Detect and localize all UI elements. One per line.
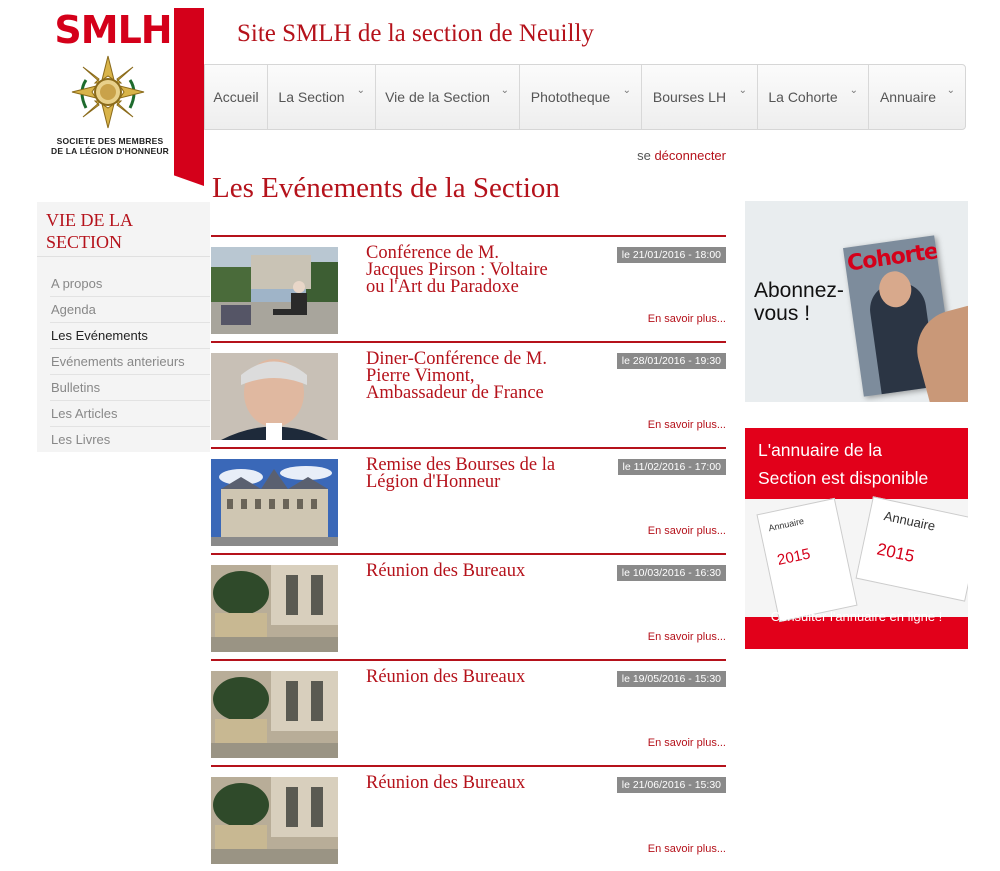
logo-text: SMLH: [54, 8, 172, 52]
book-icon: Annuaire 2015: [855, 496, 968, 602]
event-item: Diner-Conférence de M. Pierre Vimont, Am…: [211, 341, 726, 447]
cohorte-banner-text: Abonnez- vous !: [754, 279, 844, 325]
event-title[interactable]: Réunion des Bureaux: [366, 668, 556, 687]
chevron-down-icon: ⌄: [738, 85, 747, 96]
event-date-badge: le 28/01/2016 - 19:30: [616, 353, 726, 369]
annuaire-banner-title: L'annuaire de la Section est disponible: [758, 440, 929, 488]
event-thumbnail[interactable]: [211, 565, 338, 652]
event-title[interactable]: Conférence de M. Jacques Pirson : Voltai…: [366, 244, 556, 297]
site-title: Site SMLH de la section de Neuilly: [237, 20, 594, 47]
chevron-down-icon: ⌄: [500, 85, 509, 96]
event-item: Conférence de M. Jacques Pirson : Voltai…: [211, 235, 726, 341]
sidebar-item-bulletins[interactable]: Bulletins: [50, 375, 210, 401]
event-date-badge: le 11/02/2016 - 17:00: [617, 459, 726, 475]
event-thumbnail[interactable]: [211, 777, 338, 864]
site-logo[interactable]: SMLH SOCIETE DES MEMBRES DE LA LÉGION D'…: [46, 8, 206, 188]
sidebar-heading: VIE DE LA SECTION: [37, 202, 210, 257]
logo-caption: SOCIETE DES MEMBRES DE LA LÉGION D'HONNE…: [50, 136, 170, 156]
sidebar-menu: A propos Agenda Les Evénements Evénement…: [37, 271, 210, 452]
event-title[interactable]: Réunion des Bureaux: [366, 774, 556, 793]
portrait-photo-icon: [211, 353, 338, 440]
chevron-down-icon: ⌄: [946, 85, 955, 96]
park-photo-icon: [211, 247, 338, 334]
events-list: Conférence de M. Jacques Pirson : Voltai…: [211, 235, 726, 871]
nav-phototheque[interactable]: Phototheque ⌄: [520, 65, 642, 129]
page-title: Les Evénements de la Section: [212, 172, 560, 204]
event-read-more-link[interactable]: En savoir plus...: [648, 419, 726, 431]
event-date-badge: le 10/03/2016 - 16:30: [616, 565, 726, 581]
building-photo-icon: [211, 459, 338, 546]
cohorte-subscribe-banner[interactable]: Abonnez- vous ! Cohorte: [745, 201, 968, 402]
nav-la-section[interactable]: La Section ⌄: [268, 65, 376, 129]
annuaire-online-link[interactable]: Consulter l'annuaire en ligne !: [745, 609, 968, 624]
chevron-down-icon: ⌄: [356, 85, 365, 96]
event-title[interactable]: Remise des Bourses de la Légion d'Honneu…: [366, 456, 556, 492]
sidebar-item-a-propos[interactable]: A propos: [50, 271, 210, 297]
nav-vie-de-la-section[interactable]: Vie de la Section ⌄: [376, 65, 520, 129]
courtyard-photo-icon: [211, 565, 338, 652]
event-item: Réunion des Bureaux le 19/05/2016 - 15:3…: [211, 659, 726, 765]
nav-annuaire[interactable]: Annuaire ⌄: [869, 65, 965, 129]
event-date-badge: le 21/06/2016 - 15:30: [616, 777, 726, 793]
sidebar-item-evenements-anterieurs[interactable]: Evénements anterieurs: [50, 349, 210, 375]
event-thumbnail[interactable]: [211, 671, 338, 758]
nav-accueil[interactable]: Accueil: [205, 65, 268, 129]
logo-ribbon: [174, 8, 204, 186]
courtyard-photo-icon: [211, 671, 338, 758]
event-date-badge: le 21/01/2016 - 18:00: [616, 247, 726, 263]
event-item: Réunion des Bureaux le 10/03/2016 - 16:3…: [211, 553, 726, 659]
event-thumbnail[interactable]: [211, 353, 338, 440]
event-read-more-link[interactable]: En savoir plus...: [648, 737, 726, 749]
nav-bourses-lh[interactable]: Bourses LH ⌄: [642, 65, 758, 129]
logout-line: se déconnecter: [637, 148, 726, 163]
event-title[interactable]: Diner-Conférence de M. Pierre Vimont, Am…: [366, 350, 556, 403]
book-icon: Annuaire 2015: [756, 497, 858, 623]
event-thumbnail[interactable]: [211, 247, 338, 334]
event-title[interactable]: Réunion des Bureaux: [366, 562, 556, 581]
annuaire-banner[interactable]: L'annuaire de la Section est disponible …: [745, 428, 968, 649]
event-item: Réunion des Bureaux le 21/06/2016 - 15:3…: [211, 765, 726, 871]
event-read-more-link[interactable]: En savoir plus...: [648, 843, 726, 855]
event-item: Remise des Bourses de la Légion d'Honneu…: [211, 447, 726, 553]
sidebar-item-les-articles[interactable]: Les Articles: [50, 401, 210, 427]
annuaire-books-image: Annuaire 2015 Annuaire 2015: [745, 496, 968, 623]
legion-medal-icon: [71, 55, 145, 129]
sidebar-item-les-evenements[interactable]: Les Evénements: [50, 323, 210, 349]
event-thumbnail[interactable]: [211, 459, 338, 546]
chevron-down-icon: ⌄: [622, 85, 631, 96]
event-date-badge: le 19/05/2016 - 15:30: [616, 671, 726, 687]
logout-link[interactable]: déconnecter: [654, 148, 726, 163]
sidebar: VIE DE LA SECTION A propos Agenda Les Ev…: [37, 202, 210, 452]
courtyard-photo-icon: [211, 777, 338, 864]
sidebar-item-les-livres[interactable]: Les Livres: [50, 427, 210, 452]
event-read-more-link[interactable]: En savoir plus...: [648, 313, 726, 325]
main-nav: Accueil La Section ⌄ Vie de la Section ⌄…: [204, 64, 966, 130]
event-read-more-link[interactable]: En savoir plus...: [648, 631, 726, 643]
event-read-more-link[interactable]: En savoir plus...: [648, 525, 726, 537]
chevron-down-icon: ⌄: [849, 85, 858, 96]
nav-la-cohorte[interactable]: La Cohorte ⌄: [758, 65, 869, 129]
sidebar-item-agenda[interactable]: Agenda: [50, 297, 210, 323]
